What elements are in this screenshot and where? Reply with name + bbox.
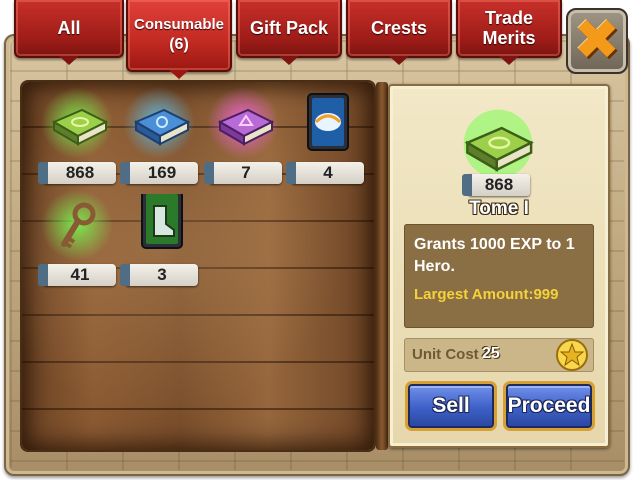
item-detail-panel: 868 Tome I Grants 1000 EXP to 1 Hero. La… bbox=[388, 84, 610, 448]
unit-cost-value: 25 bbox=[482, 345, 500, 362]
description-box: Grants 1000 EXP to 1 Hero. Largest Amoun… bbox=[404, 224, 594, 328]
tab-consumable-label: Consumable bbox=[133, 16, 224, 33]
unit-cost-label: Unit Cost bbox=[412, 346, 479, 363]
tab-consumable[interactable]: Consumable (6) bbox=[126, 0, 232, 79]
detail-count: 868 bbox=[462, 174, 530, 196]
tab-all-label: All bbox=[57, 18, 81, 38]
tab-crests-label: Crests bbox=[370, 18, 428, 38]
item-slot-tome-purple[interactable]: 7 bbox=[204, 84, 288, 184]
sell-button[interactable]: Sell bbox=[408, 384, 494, 428]
tab-gift-pack-label: Gift Pack bbox=[249, 18, 329, 38]
green-tome-icon bbox=[460, 106, 536, 182]
item-count: 868 bbox=[38, 162, 116, 184]
boot-card-icon bbox=[130, 194, 192, 256]
tab-trade-merits[interactable]: Trade Merits bbox=[456, 0, 562, 65]
item-slot-key[interactable]: 41 bbox=[38, 186, 122, 286]
tab-trade-merits-label2: Merits bbox=[482, 28, 536, 48]
panel-divider bbox=[376, 82, 388, 450]
item-slot-tome-green[interactable]: 868 bbox=[38, 84, 122, 184]
tab-trade-merits-label: Trade bbox=[484, 8, 534, 28]
item-description: Grants 1000 EXP to 1 Hero. bbox=[414, 236, 575, 275]
tab-gift-pack[interactable]: Gift Pack bbox=[236, 0, 342, 65]
item-count: 4 bbox=[286, 162, 364, 184]
close-button[interactable]: ✖ bbox=[566, 8, 628, 74]
item-count: 41 bbox=[38, 264, 116, 286]
blue-tome-icon bbox=[130, 92, 192, 154]
key-icon bbox=[48, 194, 110, 256]
close-icon: ✖ bbox=[573, 8, 621, 73]
item-slot-card-wing[interactable]: 4 bbox=[286, 92, 370, 184]
proceed-button[interactable]: Proceed bbox=[506, 384, 592, 428]
star-icon bbox=[556, 339, 588, 371]
item-slot-card-boot[interactable]: 3 bbox=[120, 194, 204, 286]
tab-crests[interactable]: Crests bbox=[346, 0, 452, 65]
tab-all[interactable]: All bbox=[14, 0, 124, 65]
wing-card-icon bbox=[296, 92, 358, 154]
item-name: Tome I bbox=[469, 198, 529, 219]
item-count: 169 bbox=[120, 162, 198, 184]
item-slot-tome-blue[interactable]: 169 bbox=[120, 84, 204, 184]
green-tome-icon bbox=[48, 92, 110, 154]
item-count: 3 bbox=[120, 264, 198, 286]
purple-tome-icon bbox=[214, 92, 276, 154]
tab-consumable-count: (6) bbox=[169, 36, 189, 53]
largest-amount: Largest Amount:999 bbox=[414, 286, 559, 303]
unit-cost-box: Unit Cost 25 bbox=[404, 338, 594, 372]
item-count: 7 bbox=[204, 162, 282, 184]
